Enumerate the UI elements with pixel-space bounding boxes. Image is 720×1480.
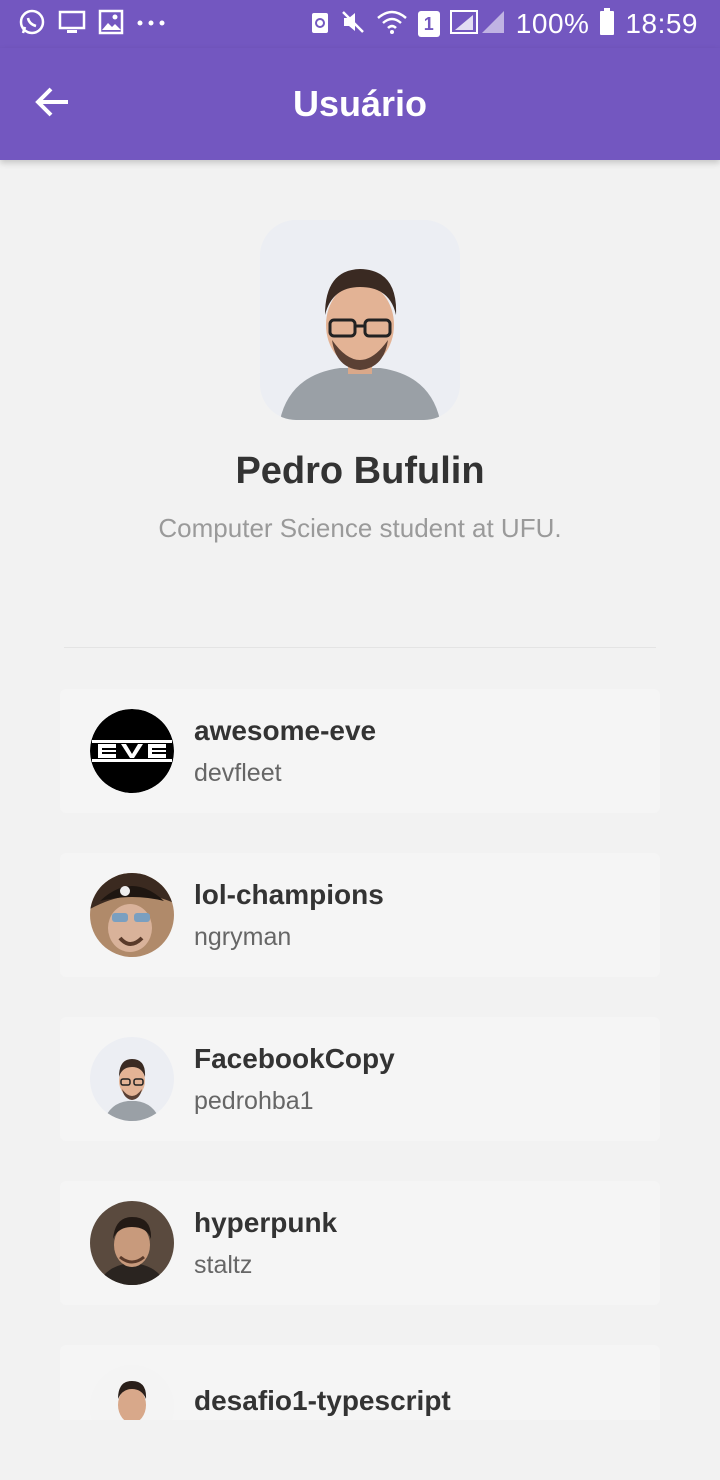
more-icon [136, 15, 166, 33]
battery-percent: 100% [515, 8, 590, 39]
repository-title: hyperpunk [194, 1206, 338, 1238]
signal-icon [449, 9, 506, 40]
repository-card[interactable]: FacebookCopy pedrohba1 [60, 1017, 660, 1141]
person-photo-icon [90, 1037, 174, 1121]
mute-icon [340, 9, 366, 40]
repository-title: FacebookCopy [194, 1042, 395, 1074]
repository-avatar [90, 1201, 174, 1285]
whatsapp-icon [18, 8, 46, 41]
person-photo-icon [260, 220, 460, 420]
recycle-icon [310, 9, 330, 40]
profile-section: Pedro Bufulin Computer Science student a… [0, 220, 720, 544]
status-bar: 1 100% 18:59 [0, 0, 720, 48]
repository-owner: staltz [194, 1250, 253, 1279]
profile-name: Pedro Bufulin [235, 450, 485, 492]
gallery-icon [98, 9, 124, 40]
page-title: Usuário [292, 83, 428, 124]
person-photo-icon [90, 1201, 174, 1285]
repository-owner: ngryman [194, 922, 292, 951]
wifi-icon [376, 9, 408, 40]
repository-avatar [90, 873, 174, 957]
repository-title: lol-champions [194, 878, 384, 910]
clock: 18:59 [625, 8, 698, 39]
sim-slot-label: 1 [423, 13, 434, 34]
repository-card[interactable]: awesome-eve devfleet [60, 689, 660, 813]
monitor-icon [58, 9, 86, 40]
divider [64, 647, 656, 648]
person-photo-icon [90, 1365, 174, 1420]
eve-logo-icon [90, 709, 174, 793]
repository-title: desafio1-typescript [194, 1385, 451, 1416]
repository-list[interactable]: awesome-eve devfleet lol-champions ngrym… [60, 689, 660, 1420]
app-bar: Usuário [0, 48, 720, 160]
repository-title: awesome-eve [194, 714, 377, 746]
repository-avatar [90, 1365, 174, 1420]
repository-avatar [90, 1037, 174, 1121]
repository-card[interactable]: lol-champions ngryman [60, 853, 660, 977]
arrow-left-icon [34, 86, 70, 123]
repository-owner: pedrohba1 [194, 1086, 314, 1115]
pirate-avatar-icon [90, 873, 174, 957]
repository-card[interactable]: hyperpunk staltz [60, 1181, 660, 1305]
sim-icon: 1 [417, 11, 440, 37]
profile-bio: Computer Science student at UFU. [158, 513, 562, 543]
battery-icon [599, 7, 615, 41]
back-button[interactable] [24, 76, 80, 132]
repository-owner: devfleet [194, 758, 282, 787]
profile-avatar [260, 220, 460, 420]
repository-avatar [90, 709, 174, 793]
repository-card[interactable]: desafio1-typescript [60, 1345, 660, 1420]
